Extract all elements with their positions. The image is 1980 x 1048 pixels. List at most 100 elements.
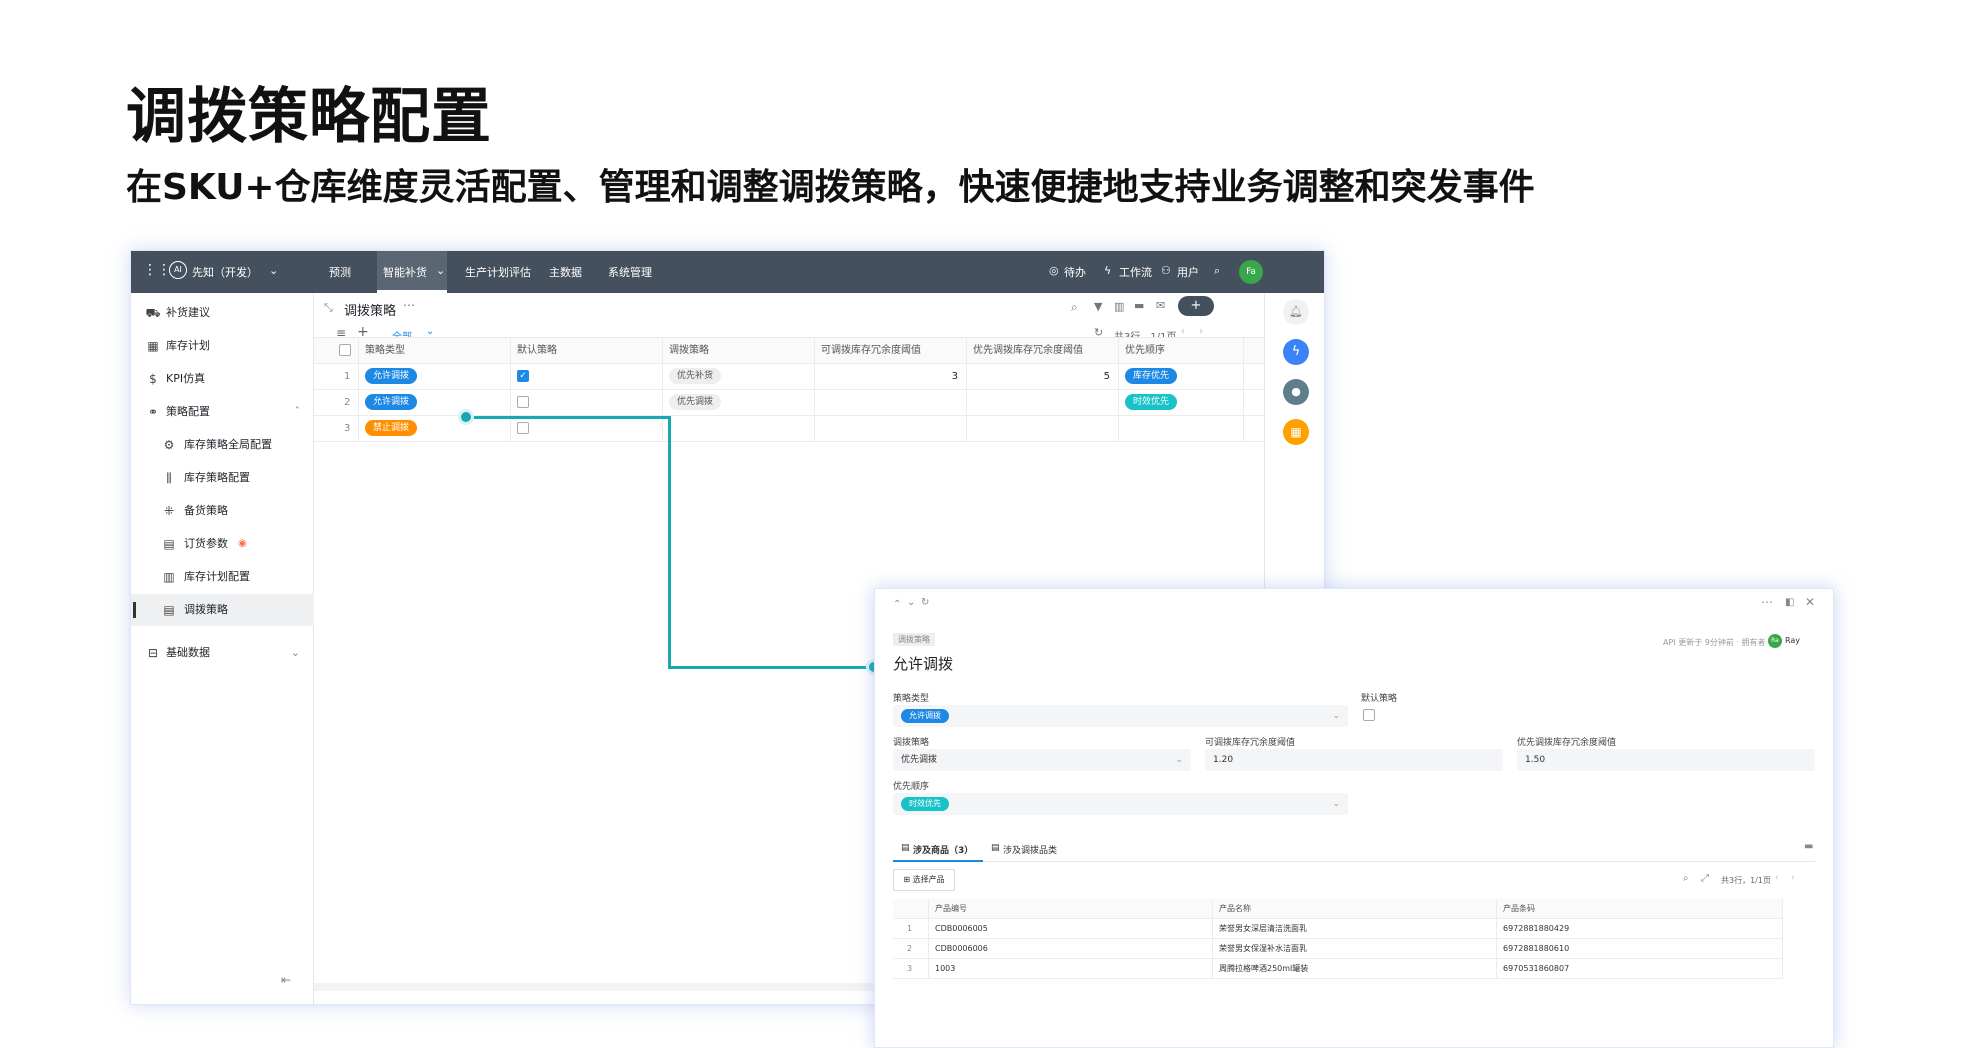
chart-icon[interactable]: ▥ bbox=[1114, 300, 1124, 313]
column-header[interactable]: 产品名称 bbox=[1213, 899, 1497, 919]
nav-forecast[interactable]: 预测 bbox=[329, 264, 351, 280]
avatar[interactable]: Fa bbox=[1239, 260, 1263, 284]
row-number: 3 bbox=[314, 416, 359, 442]
lightning-icon[interactable]: ϟ bbox=[1283, 339, 1309, 365]
mail-icon[interactable]: ✉ bbox=[1156, 299, 1165, 312]
table-row[interactable]: 1 允许调拨 ✓ 优先补货 3 5 库存优先 bbox=[314, 364, 1264, 390]
strategy-select[interactable]: 优先调拨 ⌄ bbox=[893, 749, 1191, 771]
add-button[interactable]: + bbox=[1178, 296, 1214, 316]
sidebar-item-kpi[interactable]: $ KPI仿真 bbox=[131, 363, 314, 395]
chevron-down-icon[interactable]: ⌄ bbox=[907, 597, 915, 608]
priority-redundancy-value bbox=[967, 390, 1119, 416]
more-icon[interactable]: ⋯ bbox=[1761, 595, 1773, 609]
blocks-icon: ▦ bbox=[147, 339, 159, 353]
chevron-up-icon[interactable]: ⌃ bbox=[893, 599, 901, 610]
redundancy-input[interactable]: 1.20 bbox=[1205, 749, 1503, 771]
bell-icon[interactable]: 🔔︎ bbox=[1283, 299, 1309, 325]
tab-categories[interactable]: 涉及调拨品类 bbox=[1003, 843, 1057, 856]
nav-master-data[interactable]: 主数据 bbox=[549, 264, 582, 280]
sidebar-item-inventory-plan[interactable]: ▦ 库存计划 bbox=[131, 330, 314, 362]
order-select[interactable]: 时效优先 ⌄ bbox=[893, 793, 1348, 815]
chevron-down-icon[interactable]: ⌄ bbox=[269, 264, 278, 277]
field-label: 策略类型 bbox=[893, 694, 930, 704]
comment-icon[interactable]: ▬ bbox=[1134, 299, 1144, 312]
row-number: 1 bbox=[893, 919, 929, 939]
table-row[interactable]: 2 CDB0006006 荣誉男女保湿补水洁面乳 6972881880610 bbox=[893, 939, 1783, 959]
todo-icon: ◎ bbox=[1049, 264, 1059, 277]
column-header[interactable]: 调拨策略 bbox=[663, 338, 815, 364]
sidebar-item-inventory-plan-config[interactable]: ▥ 库存计划配置 bbox=[131, 561, 314, 593]
select-all-checkbox[interactable] bbox=[314, 338, 359, 364]
expand-icon[interactable]: ⤡ bbox=[324, 301, 333, 315]
collapse-sidebar-icon[interactable]: ⇤ bbox=[281, 973, 291, 987]
field-label: 默认策略 bbox=[1361, 694, 1398, 704]
select-product-button[interactable]: ⊞ 选择产品 bbox=[893, 869, 955, 891]
workflow-link[interactable]: 工作流 bbox=[1119, 264, 1152, 280]
row-number: 2 bbox=[314, 390, 359, 416]
next-page-icon[interactable]: › bbox=[1199, 326, 1203, 337]
split-view-icon[interactable]: ◧ bbox=[1785, 597, 1794, 608]
priority-redundancy-input[interactable]: 1.50 bbox=[1517, 749, 1815, 771]
brand-name[interactable]: 先知（开发） bbox=[192, 264, 258, 280]
default-checkbox[interactable]: ✓ bbox=[517, 370, 529, 382]
tab-active-underline bbox=[893, 860, 983, 862]
product-name: 周腾拉格啤酒250ml罐装 bbox=[1213, 959, 1497, 979]
column-header[interactable]: 产品条码 bbox=[1497, 899, 1783, 919]
nav-smart-replenishment[interactable]: 智能补货 bbox=[383, 264, 427, 280]
sidebar-item-transfer-strategy[interactable]: ▤ 调拨策略 bbox=[131, 594, 314, 626]
table-row[interactable]: 2 允许调拨 优先调拨 时效优先 bbox=[314, 390, 1264, 416]
chevron-down-icon[interactable]: ⌄ bbox=[426, 326, 434, 337]
prev-page-icon[interactable]: ‹ bbox=[1775, 873, 1779, 883]
table-row[interactable]: 1 CDB0006005 荣誉男女深层清洁洗面乳 6972881880429 bbox=[893, 919, 1783, 939]
expand-icon[interactable]: ⤢ bbox=[1701, 873, 1709, 884]
nav-production-plan[interactable]: 生产计划评估 bbox=[465, 264, 531, 280]
sidebar-item-strategy-config[interactable]: ⚭ 策略配置 ˆ bbox=[131, 396, 314, 428]
sidebar-item-order-params[interactable]: ▤ 订货参数 ◉ bbox=[131, 528, 314, 560]
gear-icon: ⚙ bbox=[163, 438, 175, 452]
breadcrumb[interactable]: 调拨策略 bbox=[893, 633, 935, 646]
column-header[interactable]: 优先调拨库存冗余度阈值 bbox=[967, 338, 1119, 364]
grid-icon: ⁜ bbox=[163, 504, 175, 518]
more-icon[interactable]: ⋯ bbox=[403, 298, 415, 312]
sidebar-item-replenishment[interactable]: ⛟ 补货建议 bbox=[131, 297, 314, 329]
apps-icon[interactable]: ▦ bbox=[1283, 419, 1309, 445]
search-icon[interactable]: ⌕ bbox=[1683, 873, 1689, 884]
next-page-icon[interactable]: › bbox=[1791, 873, 1795, 883]
filter-icon[interactable]: ▼ bbox=[1094, 300, 1102, 313]
type-select[interactable]: 允许调拨 ⌄ bbox=[893, 705, 1348, 727]
users-link[interactable]: 用户 bbox=[1177, 264, 1199, 280]
sidebar-item-stocking-strategy[interactable]: ⁜ 备货策略 bbox=[131, 495, 314, 527]
collapse-icon[interactable]: ▬ bbox=[1804, 841, 1813, 852]
todo-link[interactable]: 待办 bbox=[1064, 264, 1086, 280]
product-barcode: 6972881880429 bbox=[1497, 919, 1783, 939]
close-icon[interactable]: ✕ bbox=[1805, 595, 1815, 609]
nav-system-admin[interactable]: 系统管理 bbox=[608, 264, 652, 280]
default-checkbox[interactable] bbox=[1363, 709, 1375, 721]
detail-panel: ⌃ ⌄ ↻ ⋯ ◧ ✕ 调拨策略 允许调拨 API 更新于 9分钟前 · 拥有者… bbox=[874, 588, 1834, 1048]
sidebar-item-global-config[interactable]: ⚙ 库存策略全局配置 bbox=[131, 429, 314, 461]
eye-off-icon: ◉ bbox=[238, 538, 247, 549]
search-icon[interactable]: ⌕ bbox=[1214, 264, 1220, 278]
chevron-down-icon[interactable]: ⌄ bbox=[436, 264, 445, 277]
column-header[interactable]: 优先顺序 bbox=[1119, 338, 1244, 364]
sidebar-item-inventory-strategy[interactable]: ⫼ 库存策略配置 bbox=[131, 462, 314, 494]
product-code: 1003 bbox=[929, 959, 1213, 979]
notification-icon[interactable]: ● bbox=[1283, 379, 1309, 405]
search-icon[interactable]: ⌕ bbox=[1071, 300, 1078, 315]
tab-products[interactable]: 涉及商品（3） bbox=[913, 843, 973, 856]
default-checkbox[interactable] bbox=[517, 422, 529, 434]
table-row[interactable]: 3 1003 周腾拉格啤酒250ml罐装 6970531860807 bbox=[893, 959, 1783, 979]
sidebar-item-base-data[interactable]: ⊟ 基础数据 ⌄ bbox=[131, 637, 314, 669]
table-row[interactable]: 3 禁止调拨 bbox=[314, 416, 1264, 442]
chevron-down-icon[interactable]: ⌄ bbox=[291, 637, 300, 669]
owner-name[interactable]: Ray bbox=[1785, 636, 1800, 645]
column-header[interactable]: 产品编号 bbox=[929, 899, 1213, 919]
refresh-icon[interactable]: ↻ bbox=[921, 597, 929, 608]
prev-page-icon[interactable]: ‹ bbox=[1181, 326, 1185, 337]
column-header[interactable]: 策略类型 bbox=[359, 338, 511, 364]
column-header[interactable]: 默认策略 bbox=[511, 338, 663, 364]
column-header[interactable]: 可调拨库存冗余度阈值 bbox=[815, 338, 967, 364]
chevron-up-icon[interactable]: ˆ bbox=[295, 396, 301, 428]
default-checkbox[interactable] bbox=[517, 396, 529, 408]
apps-grid-icon[interactable]: ⋮⋮ bbox=[143, 262, 171, 278]
